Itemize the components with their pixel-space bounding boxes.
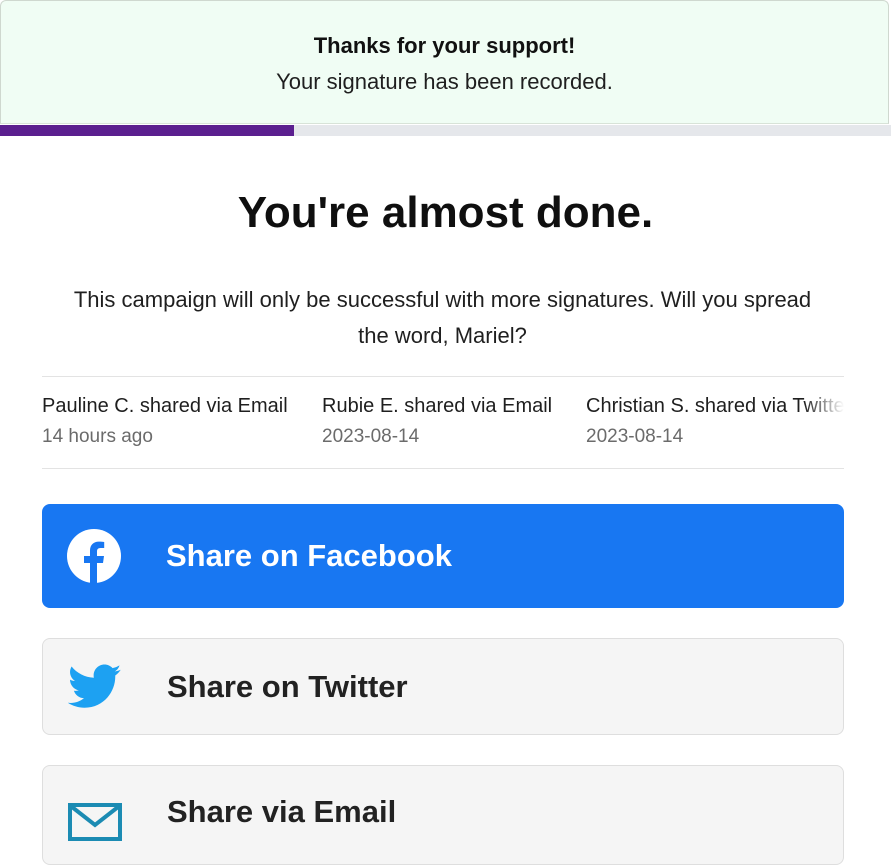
progress-bar-fill bbox=[0, 125, 295, 136]
facebook-icon bbox=[66, 528, 122, 584]
share-twitter-label: Share on Twitter bbox=[167, 668, 408, 704]
recent-shares-feed: Pauline C. shared via Email 14 hours ago… bbox=[42, 376, 844, 469]
feed-item-text: Pauline C. shared via Email bbox=[42, 395, 288, 417]
feed-item: Pauline C. shared via Email 14 hours ago bbox=[42, 395, 288, 448]
email-icon bbox=[67, 794, 123, 850]
share-twitter-button[interactable]: Share on Twitter bbox=[42, 638, 844, 735]
share-facebook-label: Share on Facebook bbox=[166, 538, 452, 573]
progress-bar bbox=[0, 125, 891, 136]
feed-item-text: Rubie E. shared via Email bbox=[322, 395, 553, 417]
share-email-button[interactable]: Share via Email bbox=[42, 765, 844, 865]
share-facebook-button[interactable]: Share on Facebook bbox=[42, 504, 844, 608]
banner-subtitle: Your signature has been recorded. bbox=[276, 69, 613, 94]
feed-fade bbox=[804, 377, 844, 468]
success-banner: Thanks for your support! Your signature … bbox=[0, 0, 889, 124]
twitter-icon bbox=[67, 659, 123, 715]
page-heading: You're almost done. bbox=[237, 188, 654, 237]
feed-item-time: 14 hours ago bbox=[42, 426, 153, 447]
feed-item: Rubie E. shared via Email 2023-08-14 bbox=[322, 395, 552, 448]
banner-title: Thanks for your support! bbox=[313, 33, 576, 58]
share-prompt-message: This campaign will only be successful wi… bbox=[73, 287, 812, 348]
share-email-label: Share via Email bbox=[167, 794, 397, 829]
feed-item-time: 2023-08-14 bbox=[322, 426, 420, 447]
